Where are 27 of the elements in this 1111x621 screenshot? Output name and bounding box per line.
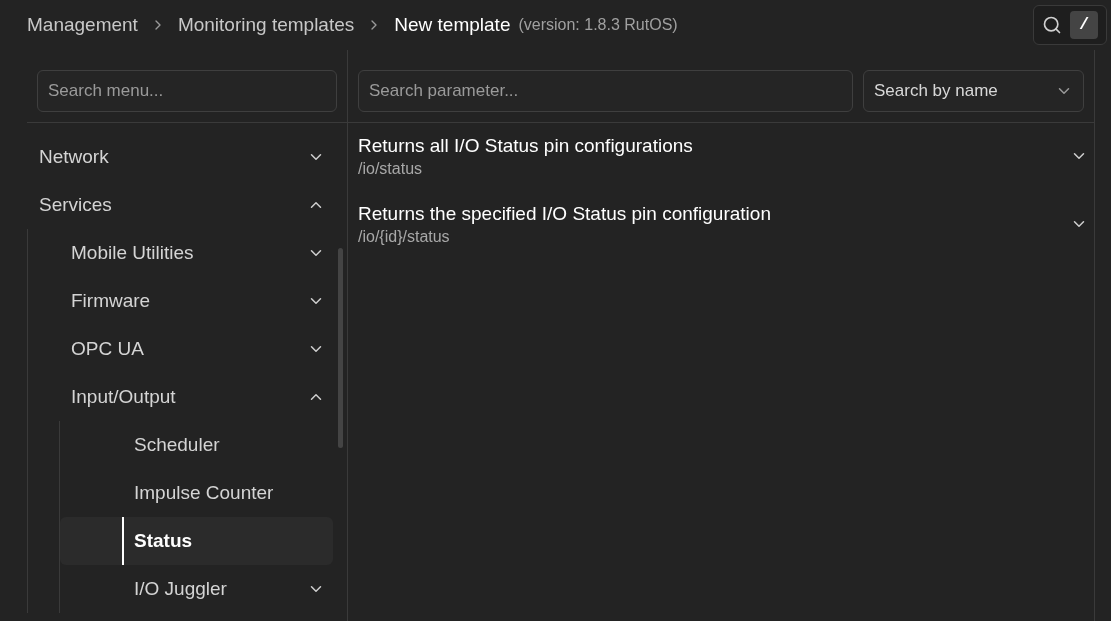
endpoint-path: /io/{id}/status (358, 227, 451, 247)
breadcrumb-link[interactable]: Monitoring templates (177, 10, 355, 40)
search-parameter-field[interactable]: Search parameter... (358, 70, 853, 112)
menu-item[interactable]: Services (27, 181, 333, 229)
scrollbar[interactable] (338, 248, 343, 448)
search-menu-field[interactable]: Search menu... (37, 70, 337, 112)
breadcrumb-link[interactable]: Management (27, 10, 138, 40)
menu-item[interactable]: Firmware (28, 277, 333, 325)
keyboard-key: / (1070, 11, 1098, 39)
endpoint-title: Returns the specified I/O Status pin configuration (358, 202, 771, 226)
selection-indicator (122, 517, 124, 565)
search-icon (1042, 15, 1062, 35)
menu-item[interactable]: I/O Juggler (60, 565, 333, 613)
endpoint-row[interactable]: Returns the specified I/O Status pin configuration /io/{id}/status (358, 201, 1088, 247)
menu-item[interactable]: Mobile Utilities (28, 229, 333, 277)
menu-item[interactable]: Scheduler (60, 421, 333, 469)
search-shortcut-button[interactable]: / (1033, 5, 1107, 45)
search-mode-dropdown[interactable]: Search by name (863, 70, 1084, 112)
endpoint-title: Returns all I/O Status pin configurations (358, 134, 693, 158)
menu-item[interactable]: Impulse Counter (60, 469, 333, 517)
menu-item[interactable]: Network (27, 133, 333, 181)
menu-item[interactable]: OPC UA (28, 325, 333, 373)
endpoint-row[interactable]: Returns all I/O Status pin configurations /io/status (358, 133, 1088, 179)
menu-item[interactable]: Input/Output (28, 373, 333, 421)
menu-item[interactable]: Status (60, 517, 333, 565)
endpoint-path: /io/status (358, 159, 424, 179)
version-note: (version: 1.8.3 RutOS) (518, 15, 678, 35)
